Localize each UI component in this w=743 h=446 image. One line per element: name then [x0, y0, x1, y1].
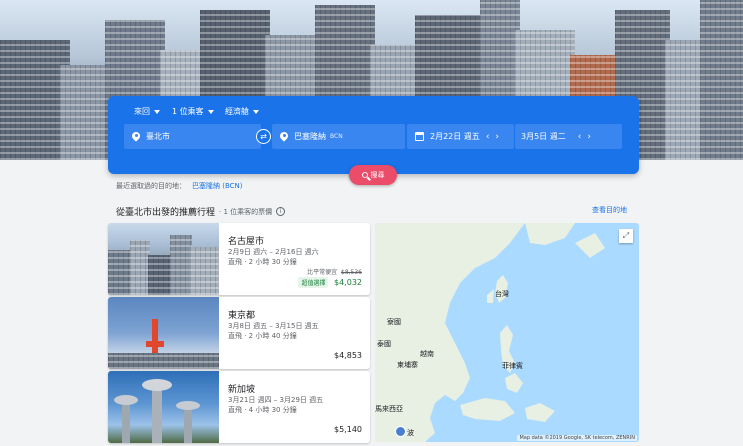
trip-type-dropdown[interactable]: 來回 [134, 106, 160, 117]
depart-date-field[interactable]: 2月22日 週五 ‹ › [407, 124, 514, 149]
return-date-field[interactable]: 3月5日 週二 ‹ › [515, 124, 622, 149]
search-icon [361, 172, 368, 178]
map-label-taiwan: 台灣 [495, 290, 509, 298]
chevron-down-icon [253, 109, 259, 114]
chevron-down-icon [154, 109, 160, 114]
trip-dates: 3月21日 週四 – 3月29日 週五 [228, 396, 324, 404]
usual-price-label: 比平常便宜 [307, 269, 338, 276]
map-label-cambodia: 柬埔寨 [397, 361, 418, 369]
trip-price-row: 超值選擇 $4,032 [298, 277, 362, 288]
map-label-laos: 寮國 [387, 318, 401, 326]
map-label-malaysia: 馬來西亞 [375, 405, 403, 413]
destination-value: 巴塞隆納 [294, 132, 326, 141]
trip-duration: 直飛 · 2 小時 40 分鐘 [228, 332, 297, 340]
trip-price: $5,140 [334, 425, 362, 434]
view-destinations-link[interactable]: 查看目的地 [592, 205, 627, 215]
chevron-left-icon[interactable]: ‹ [486, 132, 490, 142]
recent-label: 最近選取過的目的地： [116, 182, 186, 190]
recent-destination-link[interactable]: 巴塞隆納 (BCN) [192, 182, 243, 190]
origin-value: 臺北市 [146, 132, 170, 141]
swap-icon[interactable]: ⇄ [256, 129, 271, 144]
location-pin-icon [280, 132, 288, 142]
destination-code: BCN [330, 133, 343, 140]
cabin-label: 經濟艙 [225, 107, 249, 116]
chevron-right-icon[interactable]: › [495, 132, 499, 142]
passengers-dropdown[interactable]: 1 位乘客 [172, 106, 214, 117]
trip-card[interactable]: 新加坡 3月21日 週四 – 3月29日 週五 直飛 · 4 小時 30 分鐘 … [108, 371, 370, 443]
section-title: 從臺北市出發的推薦行程 · 1 位乘客的票價 i [116, 205, 286, 218]
section-subtitle: · 1 位乘客的票價 [219, 207, 273, 216]
search-panel: 來回 1 位乘客 經濟艙 臺北市 ⇄ 巴塞隆納 BCN 2月22日 週五 ‹ › [108, 96, 639, 174]
chevron-left-icon[interactable]: ‹ [578, 132, 582, 142]
nagoya-photo [108, 223, 219, 295]
trip-duration: 直飛 · 4 小時 30 分鐘 [228, 406, 297, 414]
singapore-photo [108, 371, 219, 443]
trip-type-label: 來回 [134, 107, 150, 116]
trip-city: 新加坡 [228, 385, 256, 395]
recent-destinations: 最近選取過的目的地： 巴塞隆納 (BCN) [116, 181, 243, 191]
fullscreen-icon[interactable]: ⤢ [619, 229, 633, 243]
trip-dates: 2月9日 週六 – 2月16日 週六 [228, 248, 319, 256]
info-icon[interactable]: i [276, 207, 286, 216]
tokyo-photo [108, 297, 219, 369]
destination-field[interactable]: 巴塞隆納 BCN [272, 124, 405, 149]
location-pin-icon [132, 132, 140, 142]
trip-card[interactable]: 東京都 3月8日 週五 – 3月15日 週五 直飛 · 2 小時 40 分鐘 $… [108, 297, 370, 369]
return-date-value: 3月5日 週二 [521, 132, 566, 141]
search-button-label: 搜尋 [370, 171, 385, 179]
chevron-down-icon [207, 109, 214, 114]
depart-date-value: 2月22日 週五 [430, 132, 480, 141]
section-title-text: 從臺北市出發的推薦行程 [116, 208, 216, 218]
trip-duration: 直飛 · 2 小時 30 分鐘 [228, 258, 297, 266]
cabin-dropdown[interactable]: 經濟艙 [225, 106, 259, 117]
trip-price: $4,032 [334, 278, 362, 287]
calendar-icon [415, 132, 424, 141]
search-button[interactable]: 搜尋 [349, 165, 397, 185]
map-attribution: Map data ©2019 Google, SK telecom, ZENRI… [517, 435, 637, 441]
destinations-map[interactable]: 台灣 寮國 泰國 越南 柬埔寨 菲律賓 馬來西亞 波 ⤢ Map data ©2… [375, 223, 639, 442]
map-label-cut: 波 [407, 429, 414, 437]
deal-badge: 超值選擇 [298, 277, 329, 288]
trip-price: $4,853 [334, 351, 362, 360]
map-label-thailand: 泰國 [377, 340, 391, 348]
trip-city: 名古屋市 [228, 237, 265, 247]
chevron-right-icon[interactable]: › [587, 132, 591, 142]
trip-card[interactable]: 名古屋市 2月9日 週六 – 2月16日 週六 直飛 · 2 小時 30 分鐘 … [108, 223, 370, 295]
location-marker-icon[interactable] [395, 426, 406, 437]
map-land [375, 223, 605, 442]
origin-field[interactable]: 臺北市 [124, 124, 261, 149]
map-label-vietnam: 越南 [420, 350, 434, 358]
trip-city: 東京都 [228, 311, 256, 321]
trip-dates: 3月8日 週五 – 3月15日 週五 [228, 322, 319, 330]
usual-price: $8,536 [341, 269, 362, 276]
passengers-label: 1 位乘客 [172, 107, 204, 116]
map-label-philippines: 菲律賓 [502, 362, 523, 370]
usual-price-note: 比平常便宜 $8,536 [307, 267, 362, 276]
flights-page: 來回 1 位乘客 經濟艙 臺北市 ⇄ 巴塞隆納 BCN 2月22日 週五 ‹ › [0, 0, 743, 446]
